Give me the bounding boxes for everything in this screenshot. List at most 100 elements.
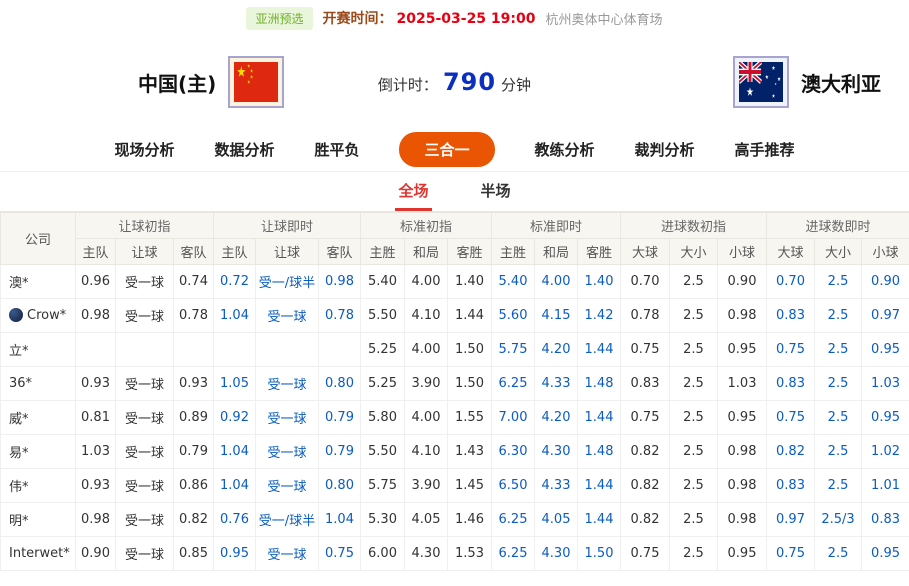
odds-cell: 6.30 <box>492 435 535 469</box>
odds-cell: 受一球 <box>116 401 174 435</box>
odds-cell: 0.95 <box>718 401 767 435</box>
odds-cell: 1.03 <box>718 367 767 401</box>
company-name: 36* <box>9 376 32 391</box>
company-cell[interactable]: Interwet* <box>1 537 76 571</box>
odds-cell: 0.83 <box>767 367 815 401</box>
odds-cell: 2.5 <box>670 537 718 571</box>
table-row: 36*0.93受一球0.931.05受一球0.805.253.901.506.2… <box>1 367 909 401</box>
odds-cell: 6.50 <box>492 469 535 503</box>
odds-cell: 4.33 <box>535 367 578 401</box>
company-cell[interactable]: 立* <box>1 333 76 367</box>
odds-cell: 5.75 <box>492 333 535 367</box>
odds-cell: 受一球 <box>116 537 174 571</box>
company-cell[interactable]: 澳* <box>1 265 76 299</box>
tab-expert-picks[interactable]: 高手推荐 <box>735 139 795 160</box>
table-row: 伟*0.93受一球0.861.04受一球0.805.753.901.456.50… <box>1 469 909 503</box>
odds-cell: 0.74 <box>174 265 214 299</box>
odds-cell: 1.46 <box>448 503 492 537</box>
odds-cell: 0.72 <box>214 265 256 299</box>
odds-cell: 4.00 <box>535 265 578 299</box>
odds-cell: 1.44 <box>578 333 621 367</box>
odds-cell: 2.5 <box>670 401 718 435</box>
odds-cell: 1.44 <box>578 503 621 537</box>
odds-cell: 0.83 <box>767 299 815 333</box>
odds-cell: 0.95 <box>862 401 909 435</box>
company-cell[interactable]: 36* <box>1 367 76 401</box>
odds-cell: 4.20 <box>535 333 578 367</box>
odds-cell: 1.40 <box>578 265 621 299</box>
odds-cell: 1.04 <box>214 299 256 333</box>
odds-cell: 4.15 <box>535 299 578 333</box>
odds-cell: 2.5/3 <box>815 503 862 537</box>
kickoff-label: 开赛时间： <box>323 11 393 27</box>
odds-cell: 受一球 <box>116 367 174 401</box>
odds-cell: 0.95 <box>718 537 767 571</box>
company-cell[interactable]: 威* <box>1 401 76 435</box>
league-badge[interactable]: 亚洲预选 <box>246 7 312 30</box>
col-header: 客胜 <box>578 239 621 265</box>
company-cell[interactable]: 伟* <box>1 469 76 503</box>
odds-cell: 0.98 <box>718 299 767 333</box>
countdown-value: 790 <box>443 68 496 96</box>
odds-cell <box>174 333 214 367</box>
odds-cell: 2.5 <box>815 435 862 469</box>
odds-cell: 6.00 <box>361 537 405 571</box>
odds-cell: 0.80 <box>319 469 361 503</box>
odds-cell: 0.83 <box>767 469 815 503</box>
odds-cell: 5.30 <box>361 503 405 537</box>
odds-cell: 0.90 <box>76 537 116 571</box>
col-header: 和局 <box>535 239 578 265</box>
odds-cell: 1.50 <box>448 367 492 401</box>
tab-live-analysis[interactable]: 现场分析 <box>114 139 174 160</box>
company-name: 明* <box>9 514 29 529</box>
group-handicap-initial: 让球初指 <box>76 213 214 239</box>
odds-cell: 1.43 <box>448 435 492 469</box>
company-cell[interactable]: 易* <box>1 435 76 469</box>
odds-cell: 0.78 <box>319 299 361 333</box>
odds-cell: 0.75 <box>621 401 670 435</box>
odds-cell: 0.95 <box>862 333 909 367</box>
tab-full-match[interactable]: 全场 <box>395 172 431 211</box>
tab-coach-analysis[interactable]: 教练分析 <box>535 139 595 160</box>
odds-cell: 0.95 <box>214 537 256 571</box>
odds-cell: 受一球 <box>116 469 174 503</box>
company-name: Crow* <box>27 308 66 323</box>
col-header: 客队 <box>174 239 214 265</box>
company-name: Interwet* <box>9 546 70 561</box>
odds-cell: 0.98 <box>718 469 767 503</box>
odds-cell: 4.30 <box>535 537 578 571</box>
col-header: 大球 <box>767 239 815 265</box>
odds-cell: 2.5 <box>670 333 718 367</box>
home-team-name: 中国(主) <box>138 68 216 97</box>
match-info-bar: 亚洲预选 开赛时间：2025-03-25 19:00 杭州奥体中心体育场 <box>0 0 909 36</box>
odds-cell: 4.05 <box>405 503 448 537</box>
odds-cell: 5.80 <box>361 401 405 435</box>
countdown: 倒计时： 790 分钟 <box>378 68 531 96</box>
odds-cell: 0.85 <box>174 537 214 571</box>
table-row: 澳*0.96受一球0.740.72受一/球半0.985.404.001.405.… <box>1 265 909 299</box>
odds-cell: 1.04 <box>214 469 256 503</box>
odds-cell: 0.96 <box>76 265 116 299</box>
company-cell[interactable]: 明* <box>1 503 76 537</box>
odds-cell: 0.95 <box>718 333 767 367</box>
tab-half-match[interactable]: 半场 <box>478 172 514 211</box>
odds-cell: 1.44 <box>448 299 492 333</box>
odds-cell: 受一球 <box>116 299 174 333</box>
odds-cell: 受一/球半 <box>256 503 319 537</box>
odds-cell: 2.5 <box>670 265 718 299</box>
australia-flag-icon <box>733 56 789 108</box>
odds-cell: 1.50 <box>578 537 621 571</box>
odds-cell: 受一球 <box>116 265 174 299</box>
company-cell[interactable]: Crow* <box>1 299 76 333</box>
tab-data-analysis[interactable]: 数据分析 <box>214 139 274 160</box>
table-group-header-row: 公司 让球初指 让球即时 标准初指 标准即时 进球数初指 进球数即时 <box>1 213 909 239</box>
tab-three-in-one[interactable]: 三合一 <box>399 132 494 167</box>
tab-win-draw-loss[interactable]: 胜平负 <box>314 139 359 160</box>
tab-referee-analysis[interactable]: 裁判分析 <box>635 139 695 160</box>
odds-cell: 0.75 <box>767 401 815 435</box>
odds-cell: 2.5 <box>670 367 718 401</box>
odds-cell: 0.70 <box>767 265 815 299</box>
odds-cell: 2.5 <box>670 469 718 503</box>
col-header: 和局 <box>405 239 448 265</box>
odds-cell: 1.05 <box>214 367 256 401</box>
